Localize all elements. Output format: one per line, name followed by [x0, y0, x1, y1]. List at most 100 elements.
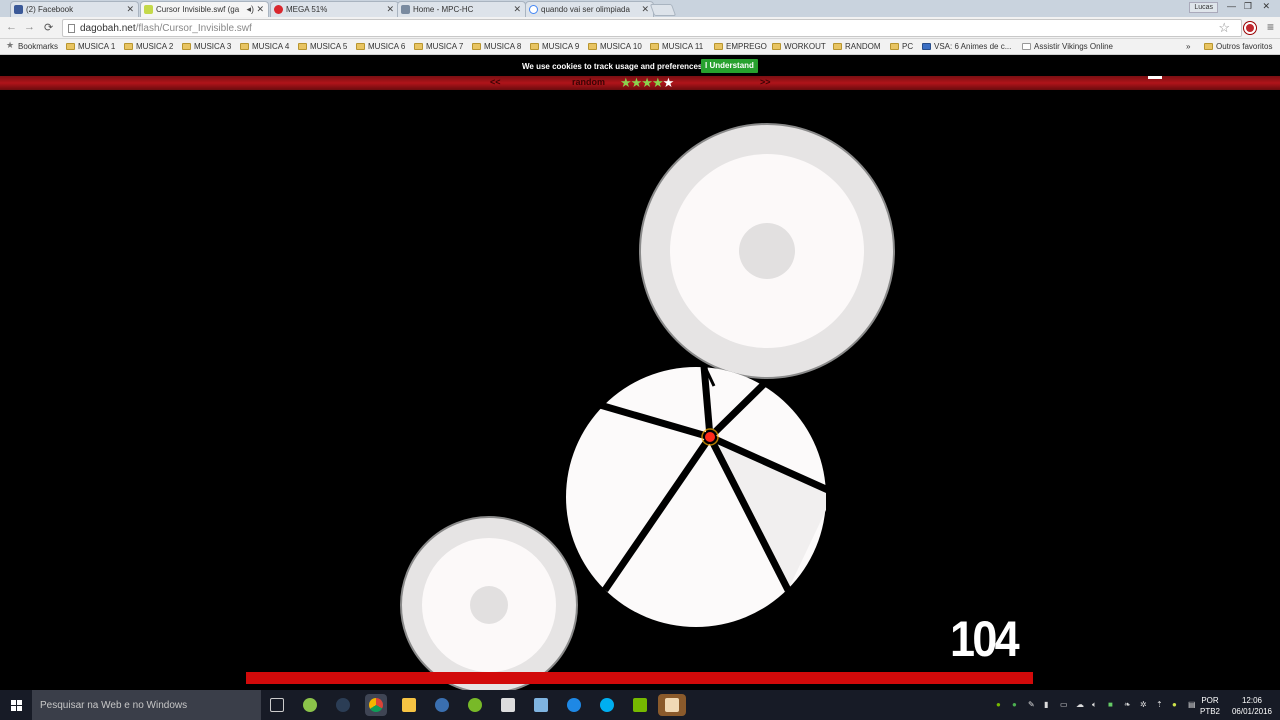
tab-strip: (2) Facebook ✕ Cursor Invisible.swf (ga … — [0, 0, 1280, 17]
file-explorer-icon[interactable] — [398, 694, 420, 716]
flash-game-canvas[interactable] — [0, 90, 1280, 690]
skype-icon[interactable] — [596, 694, 618, 716]
new-tab-button[interactable] — [649, 4, 677, 16]
minimize-icon[interactable]: — — [1227, 1, 1236, 11]
app-green-icon[interactable] — [299, 694, 321, 716]
folder-icon — [1204, 43, 1213, 50]
language-indicator[interactable]: POR PTB2 — [1200, 695, 1220, 717]
next-link[interactable]: >> — [760, 77, 771, 87]
speaker-icon[interactable]: ◂) — [246, 4, 254, 15]
random-link[interactable]: random — [572, 77, 605, 87]
close-icon[interactable]: ✕ — [126, 4, 134, 15]
nvidia-icon[interactable] — [629, 694, 651, 716]
page-content: We use cookies to track usage and prefer… — [0, 56, 1280, 690]
game-app-icon[interactable] — [658, 694, 686, 716]
tab-title: quando vai ser olimpiada — [541, 5, 630, 14]
facebook-icon — [14, 5, 23, 14]
bookmark-folder[interactable]: PC — [890, 42, 913, 51]
cookie-accept-button[interactable]: I Understand — [701, 59, 758, 73]
tray-arrow-icon[interactable]: ⇡ — [1156, 700, 1163, 709]
bookmark-folder[interactable]: MUSICA 11 — [650, 42, 703, 51]
cloud-icon[interactable]: ☁ — [1076, 700, 1084, 709]
bookmark-item[interactable]: Assistir Vikings Online — [1022, 42, 1113, 51]
rating-stars[interactable]: ★★★★★ — [620, 75, 674, 91]
tray-lime-icon[interactable]: ● — [1172, 700, 1177, 709]
bookmark-folder[interactable]: RANDOM — [833, 42, 881, 51]
network-icon[interactable]: ▭ — [1060, 700, 1068, 709]
menu-bar-icon[interactable] — [1148, 76, 1162, 79]
tray-app-icon[interactable]: ■ — [1108, 700, 1113, 709]
chrome-icon[interactable] — [365, 694, 387, 716]
restore-icon[interactable]: ❐ — [1244, 1, 1252, 12]
tab-title: Cursor Invisible.swf (ga — [156, 5, 240, 14]
folder-icon — [650, 43, 659, 50]
bookmark-folder[interactable]: MUSICA 10 — [588, 42, 642, 51]
app-blue-icon[interactable] — [530, 694, 552, 716]
bookmarks-overflow-button[interactable]: » — [1184, 42, 1190, 51]
bookmark-folder[interactable]: MUSICA 2 — [124, 42, 173, 51]
tab-mpc-hc[interactable]: Home - MPC-HC ✕ — [397, 1, 526, 17]
notifications-icon[interactable]: ▤ — [1188, 700, 1196, 709]
app-steam-icon[interactable] — [332, 694, 354, 716]
tray-pen-icon[interactable]: ✎ — [1028, 700, 1035, 709]
media-player-icon[interactable] — [431, 694, 453, 716]
bookmark-item[interactable]: VSA: 6 Animes de c... — [922, 42, 1011, 51]
utorrent-icon[interactable] — [464, 694, 486, 716]
volume-icon[interactable]: 🔈︎ — [1092, 700, 1097, 710]
profile-button[interactable]: Lucas — [1189, 2, 1218, 13]
bookmark-folder[interactable]: WORKOUT — [772, 42, 826, 51]
bookmark-folder[interactable]: MUSICA 4 — [240, 42, 289, 51]
edge-icon[interactable] — [563, 694, 585, 716]
calculator-icon[interactable] — [497, 694, 519, 716]
close-icon[interactable]: ✕ — [513, 4, 521, 15]
window-close-icon[interactable]: ✕ — [1262, 1, 1270, 12]
folder-icon — [240, 43, 249, 50]
close-icon[interactable]: ✕ — [386, 4, 394, 15]
bookmark-folder[interactable]: MUSICA 8 — [472, 42, 521, 51]
tab-mega[interactable]: MEGA 51% ✕ — [270, 1, 399, 17]
page-icon — [68, 24, 75, 33]
bookmark-folder[interactable]: MUSICA 9 — [530, 42, 579, 51]
cookie-text: We use cookies to track usage and prefer… — [522, 62, 705, 71]
task-view-icon[interactable] — [266, 694, 288, 716]
tray-bars-icon[interactable]: ▮ — [1044, 700, 1048, 709]
url-path: /flash/Cursor_Invisible.swf — [135, 23, 252, 34]
tab-cursor-invisible[interactable]: Cursor Invisible.swf (ga ◂) ✕ — [140, 1, 269, 17]
extension-icon[interactable] — [1244, 22, 1256, 34]
forward-icon[interactable]: → — [24, 21, 35, 33]
taskbar-search[interactable]: Pesquisar na Web e no Windows — [32, 690, 261, 720]
star-icon: ★ — [6, 40, 15, 50]
tray-leaf-icon[interactable]: ❧ — [1124, 700, 1131, 709]
bookmark-star-icon[interactable]: ☆ — [1218, 20, 1230, 36]
mega-icon — [274, 5, 283, 14]
cursor-dot — [705, 432, 715, 442]
bookmark-item[interactable]: ★ Bookmarks — [6, 40, 58, 51]
tray-nvidia-icon[interactable]: ● — [996, 700, 1001, 709]
system-clock[interactable]: 12:06 06/01/2016 — [1232, 695, 1272, 717]
start-button[interactable] — [0, 690, 32, 720]
folder-icon — [714, 43, 723, 50]
bookmark-folder[interactable]: MUSICA 5 — [298, 42, 347, 51]
bookmark-folder[interactable]: MUSICA 3 — [182, 42, 231, 51]
close-icon[interactable]: ✕ — [641, 4, 649, 15]
back-icon[interactable]: ← — [6, 21, 17, 33]
bookmark-folder[interactable]: EMPREGO — [714, 42, 767, 51]
bookmark-folder[interactable]: MUSICA 6 — [356, 42, 405, 51]
folder-icon — [298, 43, 307, 50]
page-favicon-icon — [144, 5, 153, 14]
bookmark-folder[interactable]: MUSICA 7 — [414, 42, 463, 51]
folder-icon — [124, 43, 133, 50]
reload-icon[interactable]: ⟳ — [44, 21, 53, 34]
prev-link[interactable]: << — [490, 77, 501, 87]
page-favicon-icon — [401, 5, 410, 14]
tab-google-search[interactable]: quando vai ser olimpiada ✕ — [525, 1, 654, 17]
address-bar[interactable]: dagobah.net/flash/Cursor_Invisible.swf — [62, 19, 1242, 37]
tray-gear-icon[interactable]: ✲ — [1140, 700, 1147, 709]
bookmark-folder[interactable]: MUSICA 1 — [66, 42, 115, 51]
tab-facebook[interactable]: (2) Facebook ✕ — [10, 1, 139, 17]
timer-bar — [246, 672, 1033, 684]
tray-green-icon[interactable]: ● — [1012, 700, 1017, 709]
menu-icon[interactable]: ≡ — [1267, 20, 1274, 34]
close-icon[interactable]: ✕ — [256, 4, 264, 15]
other-bookmarks[interactable]: Outros favoritos — [1204, 42, 1272, 51]
